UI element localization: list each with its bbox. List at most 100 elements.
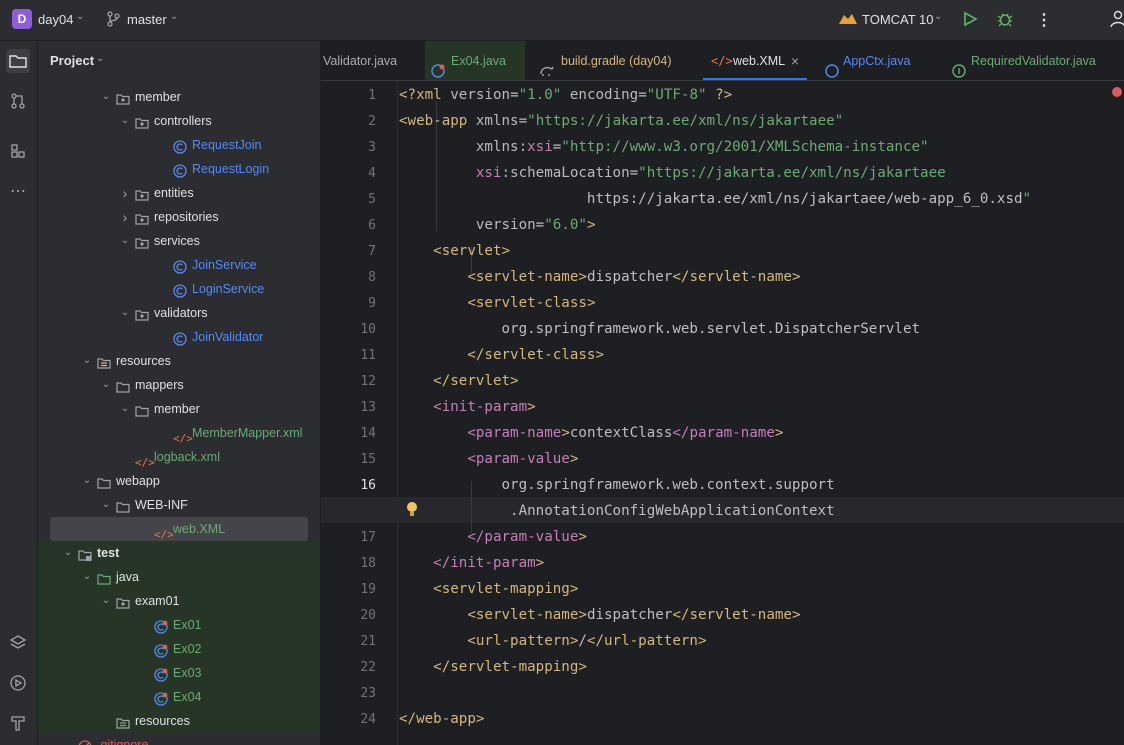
chevron-down-icon[interactable]: ⌄ bbox=[81, 565, 93, 589]
tree-item[interactable]: › repositories bbox=[38, 205, 320, 229]
tree-item[interactable]: ⌄ resources bbox=[38, 349, 320, 373]
folder-icon[interactable] bbox=[6, 49, 30, 73]
code-line[interactable]: <servlet> bbox=[399, 243, 510, 259]
code-editor[interactable]: 1 2 3 4 5 6 7 8 9 10 11 12 13 14 15 16 17 18 19 20 21 22 23 24 … bbox=[321, 81, 1124, 745]
tab-web-xml[interactable]: </> web.XML × bbox=[703, 41, 807, 80]
tab-ex04[interactable]: Ex04.java bbox=[425, 41, 525, 80]
tree-item[interactable]: </> MemberMapper.xml bbox=[38, 421, 320, 445]
services-icon[interactable] bbox=[6, 671, 30, 695]
tree-item[interactable]: ⌄ member bbox=[38, 85, 320, 109]
code-line[interactable]: https://jakarta.ee/xml/ns/jakartaee/web-… bbox=[399, 191, 1031, 207]
tree-item[interactable]: </> web.XML bbox=[50, 517, 308, 541]
chevron-down-icon[interactable]: ⌄ bbox=[170, 11, 178, 22]
tree-item[interactable]: ⌄ exam01 bbox=[38, 589, 320, 613]
more-tools-icon[interactable]: ⋯ bbox=[6, 179, 30, 203]
debug-icon[interactable] bbox=[996, 10, 1014, 33]
tree-item[interactable]: ⌄ WEB-INF bbox=[38, 493, 320, 517]
more-actions-icon[interactable]: ⋮ bbox=[1036, 10, 1052, 30]
tree-item[interactable]: RequestLogin bbox=[38, 157, 320, 181]
chevron-down-icon[interactable]: ⌄ bbox=[96, 53, 104, 64]
tree-item[interactable]: ⌄ mappers bbox=[38, 373, 320, 397]
tab-validator[interactable]: Validator.java bbox=[321, 41, 415, 80]
code-line[interactable]: <web-app xmlns="https://jakarta.ee/xml/n… bbox=[399, 113, 843, 129]
tab-required-validator[interactable]: RequiredValidator.java bbox=[949, 41, 1124, 80]
tab-appctx[interactable]: AppCtx.java bbox=[819, 41, 931, 80]
code-line[interactable]: </init-param> bbox=[399, 555, 544, 571]
test-resources-folder-icon bbox=[116, 714, 130, 729]
code-line[interactable]: <param-name>contextClass</param-name> bbox=[399, 425, 783, 441]
tree-item[interactable]: resources bbox=[38, 709, 320, 733]
layers-icon[interactable] bbox=[6, 631, 30, 655]
user-icon[interactable] bbox=[1110, 10, 1124, 33]
branch-name[interactable]: master bbox=[127, 12, 167, 27]
error-indicator-icon[interactable] bbox=[1112, 87, 1122, 97]
line-number: 14 bbox=[360, 426, 376, 441]
chevron-down-icon[interactable]: ⌄ bbox=[62, 541, 74, 565]
chevron-down-icon[interactable]: ⌄ bbox=[76, 11, 84, 22]
tree-item[interactable]: ⌄ java bbox=[38, 565, 320, 589]
tree-item[interactable]: JoinService bbox=[38, 253, 320, 277]
project-name[interactable]: day04 bbox=[38, 12, 73, 27]
code-line[interactable]: <init-param> bbox=[399, 399, 536, 415]
code-line[interactable]: xmlns:xsi="http://www.w3.org/2001/XMLSch… bbox=[399, 139, 929, 155]
code-line[interactable]: <?xml version="1.0" encoding="UTF-8" ?> bbox=[399, 87, 732, 103]
code-line[interactable]: </param-value> bbox=[399, 529, 587, 545]
run-icon[interactable] bbox=[962, 11, 978, 32]
code-line[interactable]: <servlet-name>dispatcher</servlet-name> bbox=[399, 607, 800, 623]
commit-icon[interactable] bbox=[6, 89, 30, 113]
chevron-down-icon[interactable]: ⌄ bbox=[934, 11, 942, 22]
code-line[interactable]: xsi:schemaLocation="https://jakarta.ee/x… bbox=[399, 165, 946, 181]
tree-item[interactable]: </> logback.xml bbox=[38, 445, 320, 469]
tree-item[interactable]: JoinValidator bbox=[38, 325, 320, 349]
chevron-down-icon[interactable]: ⌄ bbox=[100, 373, 112, 397]
chevron-down-icon[interactable]: ⌄ bbox=[81, 349, 93, 373]
chevron-right-icon[interactable]: › bbox=[119, 205, 131, 229]
tab-label: Validator.java bbox=[323, 54, 398, 68]
chevron-down-icon[interactable]: ⌄ bbox=[119, 229, 131, 253]
chevron-down-icon[interactable]: ⌄ bbox=[100, 493, 112, 517]
code-line[interactable]: </servlet> bbox=[399, 373, 518, 389]
tree-item[interactable]: ⌄ controllers bbox=[38, 109, 320, 133]
chevron-down-icon[interactable]: ⌄ bbox=[100, 85, 112, 109]
project-panel-title[interactable]: Project bbox=[50, 53, 94, 68]
project-badge[interactable]: D bbox=[12, 9, 32, 29]
tree-item[interactable]: RequestJoin bbox=[38, 133, 320, 157]
tree-item[interactable]: ⌄ services bbox=[38, 229, 320, 253]
tree-item[interactable]: Ex03 bbox=[38, 661, 320, 685]
code-line[interactable]: .AnnotationConfigWebApplicationContext bbox=[399, 503, 835, 519]
tab-build-gradle[interactable]: build.gradle (day04) bbox=[531, 41, 691, 80]
code-line[interactable]: <servlet-mapping> bbox=[399, 581, 578, 597]
close-icon[interactable]: × bbox=[791, 41, 799, 80]
tree-item[interactable]: ⌄ test bbox=[38, 541, 320, 565]
chevron-down-icon[interactable]: ⌄ bbox=[100, 589, 112, 613]
tree-item[interactable]: Ex02 bbox=[38, 637, 320, 661]
code-line[interactable]: </servlet-mapping> bbox=[399, 659, 587, 675]
code-line[interactable]: <url-pattern>/</url-pattern> bbox=[399, 633, 706, 649]
code-line[interactable]: <servlet-name>dispatcher</servlet-name> bbox=[399, 269, 800, 285]
branch-icon[interactable] bbox=[106, 11, 120, 32]
chevron-down-icon[interactable]: ⌄ bbox=[119, 301, 131, 325]
tree-item[interactable]: .gitignore bbox=[38, 733, 320, 745]
tree-item[interactable]: Ex01 bbox=[38, 613, 320, 637]
build-icon[interactable] bbox=[6, 711, 30, 735]
code-line[interactable]: </servlet-class> bbox=[399, 347, 604, 363]
code-line[interactable]: <servlet-class> bbox=[399, 295, 595, 311]
tree-item[interactable]: Ex04 bbox=[38, 685, 320, 709]
chevron-down-icon[interactable]: ⌄ bbox=[81, 469, 93, 493]
tree-item[interactable]: LoginService bbox=[38, 277, 320, 301]
code-line[interactable]: org.springframework.web.context.support bbox=[399, 477, 835, 493]
chevron-down-icon[interactable]: ⌄ bbox=[119, 109, 131, 133]
tree-item[interactable]: ⌄ webapp bbox=[38, 469, 320, 493]
code-line[interactable]: org.springframework.web.servlet.Dispatch… bbox=[399, 321, 921, 337]
tree-item[interactable]: ⌄ member bbox=[38, 397, 320, 421]
project-panel: Project ⌄ ⌄ member ⌄ controllers RequestJoin… bbox=[38, 41, 320, 745]
structure-icon[interactable] bbox=[6, 139, 30, 163]
code-line[interactable]: version="6.0"> bbox=[399, 217, 596, 233]
chevron-right-icon[interactable]: › bbox=[119, 181, 131, 205]
chevron-down-icon[interactable]: ⌄ bbox=[119, 397, 131, 421]
tree-item[interactable]: › entities bbox=[38, 181, 320, 205]
tree-item[interactable]: ⌄ validators bbox=[38, 301, 320, 325]
code-line[interactable]: <param-value> bbox=[399, 451, 578, 467]
run-config-name[interactable]: TOMCAT 10 bbox=[862, 12, 934, 27]
code-line[interactable]: </web-app> bbox=[399, 711, 484, 727]
